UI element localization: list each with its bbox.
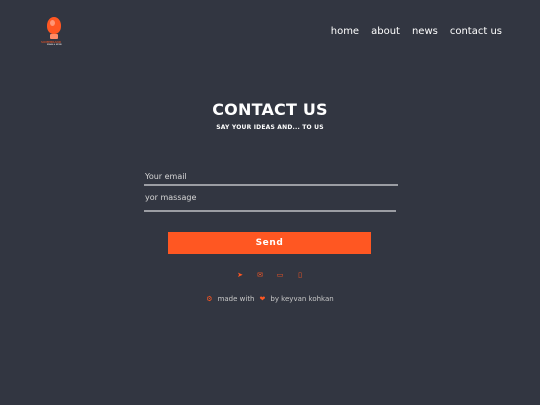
nav-home[interactable]: home	[331, 26, 359, 37]
page-subtitle: SAY YOUR IDEAS AND... TO US	[216, 124, 324, 131]
page-title: CONTACT US	[212, 100, 328, 119]
email-icon[interactable]: ✉	[256, 271, 264, 279]
lightbulb-base	[50, 34, 58, 39]
nav-news[interactable]: news	[412, 26, 438, 37]
nav-about[interactable]: about	[371, 26, 400, 37]
laptop-icon[interactable]: ▭	[276, 271, 284, 279]
message-field[interactable]	[144, 190, 396, 212]
logo[interactable]: SOMEBRAND IDEAS & MORE	[41, 17, 67, 47]
social-links: ➤ ✉ ▭ ▯	[0, 271, 540, 279]
logo-tagline: IDEAS & MORE	[47, 44, 62, 46]
send-button[interactable]: Send	[168, 232, 371, 254]
footer-author: by keyvan kohkan	[270, 295, 334, 303]
email-field[interactable]	[144, 168, 398, 186]
telegram-icon[interactable]: ➤	[236, 271, 244, 279]
footer-made-with: made with	[217, 295, 255, 303]
heart-icon: ❤	[259, 295, 266, 303]
phone-icon[interactable]: ▯	[296, 271, 304, 279]
footer: ⚙ made with ❤ by keyvan kohkan	[0, 295, 540, 303]
main-nav: home about news contact us	[331, 26, 502, 37]
lightbulb-icon	[47, 17, 61, 34]
nav-contact-us[interactable]: contact us	[450, 26, 502, 37]
gear-icon: ⚙	[206, 295, 213, 303]
